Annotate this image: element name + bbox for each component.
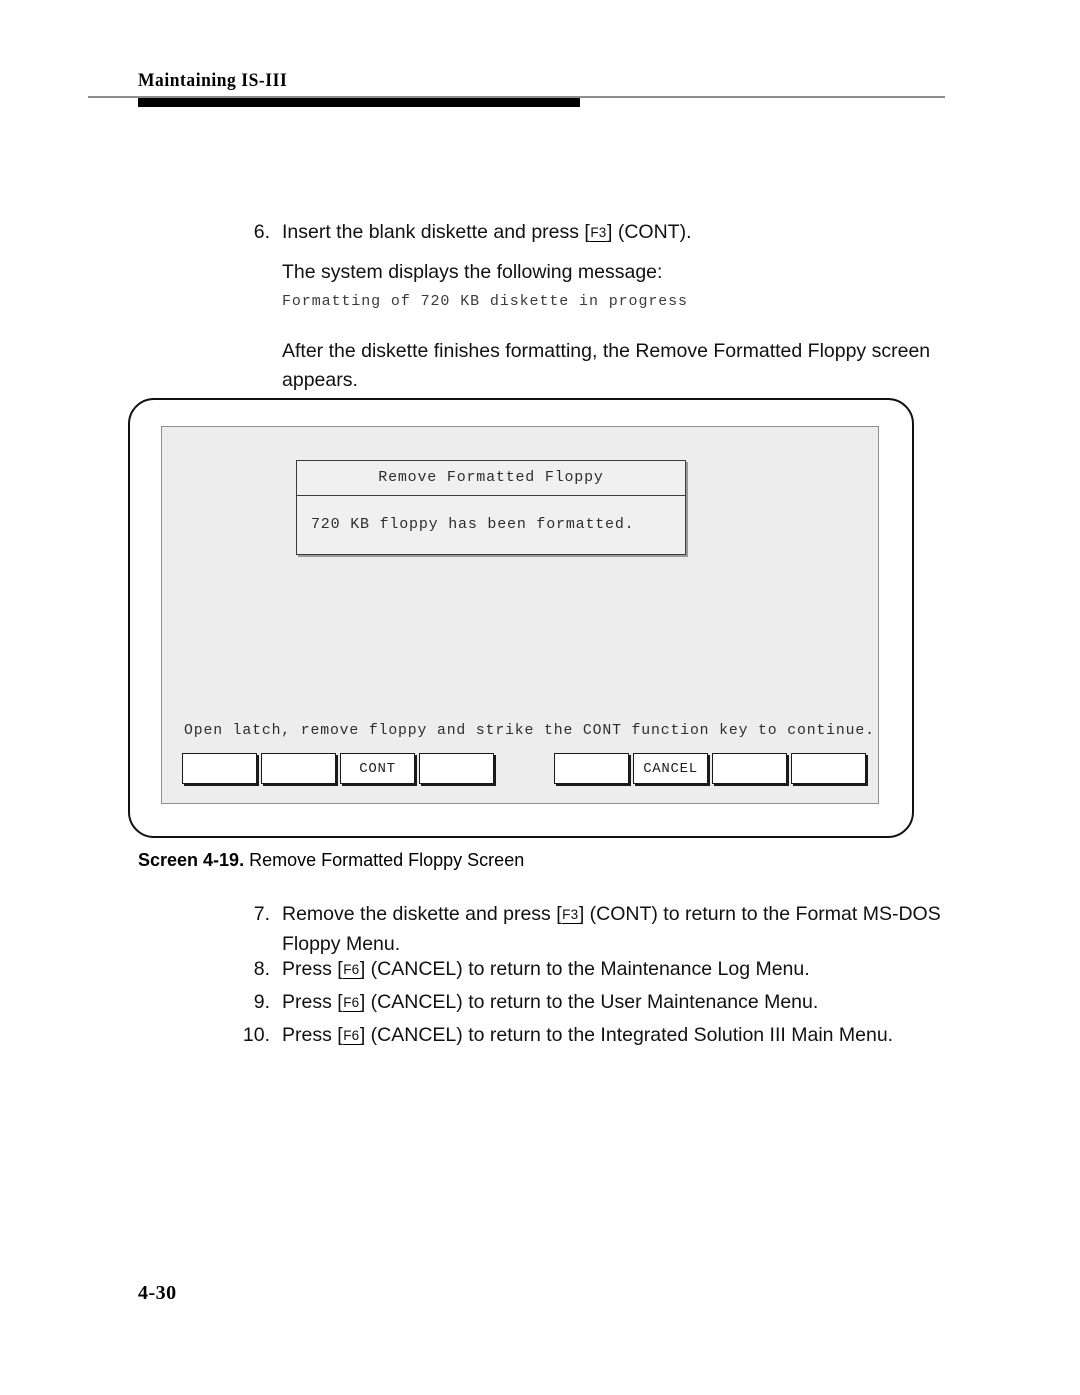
- step-9-text-after: ] (CANCEL) to return to the User Mainten…: [359, 991, 819, 1013]
- step-6: 6. Insert the blank diskette and press […: [254, 218, 982, 248]
- step-8: 8. Press [F6] (CANCEL) to return to the …: [254, 955, 1022, 985]
- step-6-number: 6.: [253, 221, 270, 243]
- step-7-text-before: Remove the diskette and press [: [282, 903, 562, 925]
- step-6-followup-line1: After the diskette finishes formatting, …: [282, 340, 931, 362]
- softkey-f6-cancel[interactable]: CANCEL: [633, 753, 708, 784]
- fkey-f3: F3: [561, 907, 579, 924]
- softkey-f8[interactable]: [791, 753, 866, 784]
- dialog-title: Remove Formatted Floppy: [297, 461, 685, 496]
- figure-caption-text: Remove Formatted Floppy Screen: [249, 850, 525, 870]
- header-rule-thick: [138, 98, 580, 107]
- step-6-text-after: ] (CONT).: [607, 221, 692, 243]
- terminal-illustration: Remove Formatted Floppy 720 KB floppy ha…: [128, 398, 914, 838]
- step-9-number: 9.: [253, 991, 270, 1013]
- running-head-title: Maintaining IS-III: [138, 70, 288, 91]
- page-header: Maintaining IS-III: [0, 0, 1080, 120]
- step-9-text-before: Press [: [282, 991, 343, 1013]
- step-10: 10. Press [F6] (CANCEL) to return to the…: [243, 1021, 1022, 1051]
- step-10-text-before: Press [: [282, 1024, 343, 1046]
- step-7-number: 7.: [253, 903, 270, 925]
- softkey-f3-cont[interactable]: CONT: [340, 753, 415, 784]
- fkey-f6: F6: [342, 995, 360, 1012]
- softkey-group-left: CONT: [182, 753, 494, 784]
- softkey-f7[interactable]: [712, 753, 787, 784]
- figure-caption: Screen 4-19. Remove Formatted Floppy Scr…: [138, 848, 524, 872]
- step-6-text-before: Insert the blank diskette and press [: [282, 221, 590, 243]
- step-6-followup: After the diskette finishes formatting, …: [282, 337, 1002, 395]
- softkey-group-right: CANCEL: [554, 753, 866, 784]
- softkey-f4[interactable]: [419, 753, 494, 784]
- terminal-screen: Remove Formatted Floppy 720 KB floppy ha…: [161, 426, 879, 804]
- softkey-f1[interactable]: [182, 753, 257, 784]
- step-9: 9. Press [F6] (CANCEL) to return to the …: [254, 988, 1022, 1018]
- step-8-number: 8.: [253, 958, 270, 980]
- step-7-line2: Floppy Menu.: [282, 933, 401, 955]
- fkey-f6: F6: [342, 1028, 360, 1045]
- step-6-followup-line2: appears.: [282, 369, 358, 391]
- step-8-text-before: Press [: [282, 958, 343, 980]
- remove-formatted-floppy-dialog: Remove Formatted Floppy 720 KB floppy ha…: [296, 460, 686, 555]
- dialog-body-text: 720 KB floppy has been formatted.: [311, 516, 635, 533]
- fkey-f6: F6: [342, 962, 360, 979]
- system-message: Formatting of 720 KB diskette in progres…: [282, 293, 688, 310]
- step-6-paragraph: The system displays the following messag…: [282, 261, 663, 283]
- step-10-number: 10.: [242, 1024, 270, 1046]
- step-10-text-after: ] (CANCEL) to return to the Integrated S…: [359, 1024, 894, 1046]
- softkey-f5[interactable]: [554, 753, 629, 784]
- fkey-f3: F3: [589, 225, 607, 242]
- screen-status-line: Open latch, remove floppy and strike the…: [184, 723, 875, 739]
- figure-caption-label: Screen 4-19.: [138, 850, 245, 870]
- step-8-text-after: ] (CANCEL) to return to the Maintenance …: [359, 958, 810, 980]
- softkey-bar: CONT CANCEL: [182, 753, 866, 787]
- softkey-f2[interactable]: [261, 753, 336, 784]
- step-7: 7. Remove the diskette and press [F3] (C…: [254, 900, 1022, 959]
- page-number: 4-30: [138, 1282, 177, 1304]
- step-7-text-after: ] (CONT) to return to the Format MS-DOS: [578, 903, 941, 925]
